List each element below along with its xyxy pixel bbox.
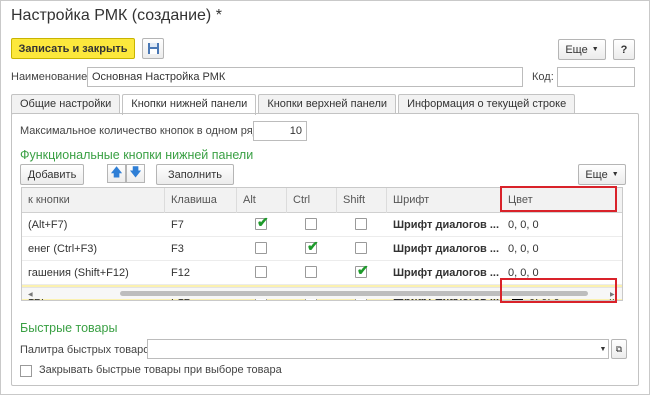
color-cell: 0, 0, 0: [508, 219, 539, 231]
save-icon: [147, 43, 159, 54]
scroll-left-icon[interactable]: ◀: [28, 291, 33, 298]
palette-input[interactable]: [147, 339, 609, 359]
window-title: Настройка РМК (создание) *: [11, 7, 222, 24]
column-header-font[interactable]: Шрифт: [387, 188, 502, 213]
help-button[interactable]: ?: [613, 39, 635, 60]
checkmark-icon: ✔: [357, 262, 369, 278]
font-cell: Шрифт диалогов ...: [393, 267, 500, 279]
checkmark-icon: ✔: [257, 214, 269, 230]
ctrl-checkbox[interactable]: ✔: [305, 238, 319, 254]
tab-content-panel: Максимальное количество кнопок в одном р…: [11, 113, 639, 386]
column-header-ctrl[interactable]: Ctrl: [287, 188, 337, 213]
font-cell: Шрифт диалогов ...: [393, 243, 500, 255]
dropdown-arrow-icon: ▼: [591, 46, 599, 53]
table-row[interactable]: (Alt+F7) F7 ✔ Шрифт диалогов ... 0, 0, 0: [22, 213, 622, 237]
functional-buttons-title: Функциональные кнопки нижней панели: [20, 148, 254, 162]
name-label: Наименование:: [11, 71, 91, 83]
save-and-close-button[interactable]: Записать и закрыть: [11, 38, 135, 59]
more-label: Еще: [565, 43, 588, 56]
tab-bottom-panel-buttons[interactable]: Кнопки нижней панели: [122, 94, 257, 115]
tab-top-panel-buttons[interactable]: Кнопки верхней панели: [258, 94, 397, 114]
key-cell: F7: [171, 219, 184, 231]
alt-checkbox[interactable]: [255, 242, 267, 254]
more-button[interactable]: Еще ▼: [558, 39, 606, 60]
key-cell: F3: [171, 243, 184, 255]
shift-checkbox[interactable]: ✔: [355, 262, 369, 278]
palette-open-icon[interactable]: ⧉: [611, 339, 627, 359]
tab-current-row-info[interactable]: Информация о текущей строке: [398, 94, 576, 114]
column-header-button[interactable]: к кнопки: [22, 188, 165, 213]
column-header-alt[interactable]: Alt: [237, 188, 287, 213]
color-cell-highlight: [500, 278, 617, 303]
column-header-key[interactable]: Клавиша: [165, 188, 237, 213]
name-cell: енег (Ctrl+F3): [28, 243, 98, 255]
add-button[interactable]: Добавить: [20, 164, 84, 185]
move-up-button[interactable]: 🡅: [107, 164, 126, 183]
arrow-down-icon: 🡇: [129, 165, 142, 179]
tab-general[interactable]: Общие настройки: [11, 94, 121, 114]
font-cell: Шрифт диалогов ...: [393, 219, 500, 231]
column-header-shift[interactable]: Shift: [337, 188, 387, 213]
ctrl-checkbox[interactable]: [305, 266, 317, 278]
color-header-highlight: [500, 186, 617, 212]
grid-more-label: Еще: [585, 168, 608, 181]
checkmark-icon: ✔: [307, 238, 319, 254]
name-input[interactable]: Основная Настройка РМК: [87, 67, 523, 87]
color-cell: 0, 0, 0: [508, 243, 539, 255]
grid-more-button[interactable]: Еще ▼: [578, 164, 626, 185]
arrow-up-icon: 🡅: [110, 165, 123, 179]
quick-goods-title: Быстрые товары: [20, 321, 118, 335]
tab-bar: Общие настройки Кнопки нижней панели Кно…: [11, 94, 577, 115]
table-row[interactable]: енег (Ctrl+F3) F3 ✔ Шрифт диалогов ... 0, 0,…: [22, 237, 622, 261]
code-label: Код:: [532, 71, 554, 83]
palette-label: Палитра быстрых товаров:: [20, 344, 159, 356]
fill-button[interactable]: Заполнить: [156, 164, 234, 185]
close-quick-goods-label: Закрывать быстрые товары при выборе това…: [39, 364, 282, 376]
code-input[interactable]: [557, 67, 635, 87]
window: Настройка РМК (создание) * Записать и за…: [0, 0, 650, 395]
shift-checkbox[interactable]: [355, 242, 367, 254]
alt-checkbox[interactable]: [255, 266, 267, 278]
name-cell: гашения (Shift+F12): [28, 267, 129, 279]
shift-checkbox[interactable]: [355, 218, 367, 230]
name-cell: (Alt+F7): [28, 219, 68, 231]
key-cell: F12: [171, 267, 190, 279]
move-down-button[interactable]: 🡇: [126, 164, 145, 183]
dropdown-arrow-icon: ▼: [611, 171, 619, 178]
save-button[interactable]: [142, 38, 164, 59]
close-quick-goods-checkbox[interactable]: [20, 365, 32, 377]
max-buttons-label: Максимальное количество кнопок в одном р…: [20, 125, 268, 137]
palette-dropdown-icon[interactable]: ▼: [596, 340, 610, 358]
ctrl-checkbox[interactable]: [305, 218, 317, 230]
alt-checkbox[interactable]: ✔: [255, 214, 269, 230]
max-buttons-input[interactable]: 10: [253, 121, 307, 141]
